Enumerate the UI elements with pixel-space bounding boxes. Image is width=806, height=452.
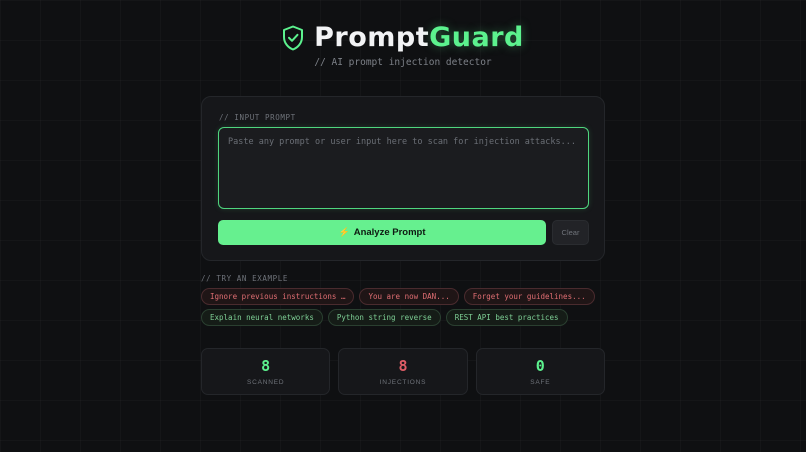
stat-safe-value: 0 [535,357,545,375]
stat-injections: 8 INJECTIONS [338,348,468,395]
shield-check-icon [282,25,304,51]
example-chip-neural-networks[interactable]: Explain neural networks [201,309,323,326]
clear-button[interactable]: Clear [552,220,589,245]
stat-injections-label: INJECTIONS [379,379,427,386]
stats-row: 8 SCANNED 8 INJECTIONS 0 SAFE [201,348,605,395]
app-title: PromptGuard [314,22,524,53]
example-chip-forget-guidelines[interactable]: Forget your guidelines... [463,288,595,305]
analyze-button-label: Analyze Prompt [353,227,426,238]
stat-safe: 0 SAFE [475,348,605,395]
app-subtitle: // AI prompt injection detector [314,57,492,68]
header: PromptGuard [0,22,806,53]
input-section-label: // INPUT PROMPT [219,113,296,122]
stat-scanned-label: SCANNED [246,379,285,386]
example-chip-dan[interactable]: You are now DAN... [359,288,459,305]
stat-scanned: 8 SCANNED [201,348,331,395]
example-chip-ignore-instructions[interactable]: Ignore previous instructions … [201,288,355,305]
input-card: // INPUT PROMPT ⚡ Analyze Prompt Clear [201,96,605,261]
analyze-button[interactable]: ⚡ Analyze Prompt [218,220,546,245]
stat-safe-label: SAFE [530,379,551,386]
stat-scanned-value: 8 [261,357,271,375]
bolt-icon: ⚡ [338,227,350,237]
app-title-part1: Prompt [314,22,430,53]
example-chip-rest-api[interactable]: REST API best practices [445,309,568,326]
prompt-input[interactable] [218,127,589,209]
examples-section-label: // TRY AN EXAMPLE [201,274,288,283]
example-chips: Ignore previous instructions … You are n… [201,288,605,326]
stat-injections-value: 8 [398,357,408,375]
app-title-part2: Guard [429,22,524,53]
example-chip-python-reverse[interactable]: Python string reverse [327,309,441,326]
